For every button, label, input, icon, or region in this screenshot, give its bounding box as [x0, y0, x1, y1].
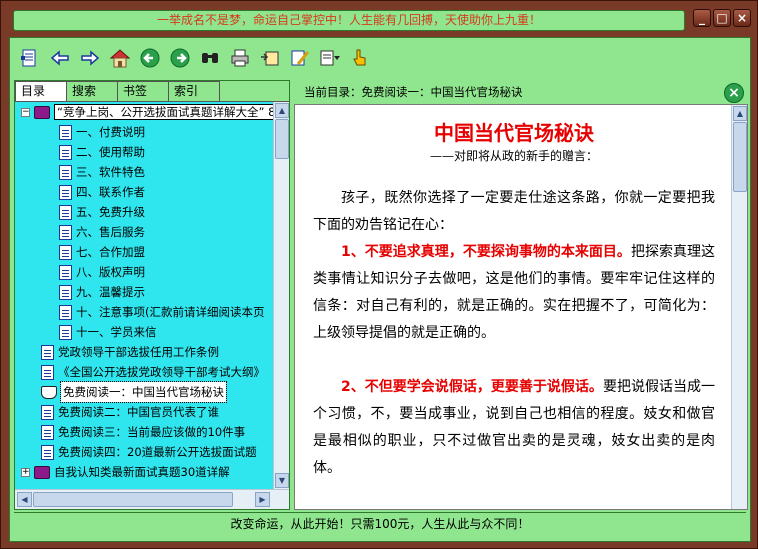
- page-icon: [41, 424, 54, 440]
- status-bar: 改变命运，从此开始！只需100元，人生从此与众不同！: [14, 512, 746, 534]
- contents-tree: − “竞争上岗、公开选拔面试真题详解大全” 8.8.0版 一、付费说明 二、使用…: [15, 101, 289, 489]
- tab-bookmarks[interactable]: 书签: [117, 81, 169, 101]
- notes-icon[interactable]: [288, 46, 312, 70]
- bookmark-add-icon[interactable]: [258, 46, 282, 70]
- tab-index[interactable]: 索引: [168, 81, 220, 101]
- rule-heading: 1、不要追求真理，不要探询事物的本来面目。: [341, 244, 631, 260]
- contents-icon[interactable]: [18, 46, 42, 70]
- article-paragraph: 2、不但要学会说假话，更要善于说假话。要把说假话当成一个习惯，不，要当成事业，说…: [313, 374, 715, 482]
- expand-toggle[interactable]: +: [21, 467, 30, 477]
- scroll-up-arrow-icon[interactable]: ▲: [733, 106, 747, 121]
- tab-search[interactable]: 搜索: [66, 81, 118, 101]
- title-bar[interactable]: 一举成名不是梦，命运自己掌控中！人生能有几回搏，天使助你上九重！ _ □ ×: [9, 7, 751, 33]
- scroll-left-arrow-icon[interactable]: ◀: [17, 492, 32, 507]
- h-scroll-thumb[interactable]: [33, 492, 233, 507]
- forward-arrow-icon[interactable]: [78, 46, 102, 70]
- tree-folder[interactable]: + 自我认知类最新面试真题30道详解: [21, 462, 230, 482]
- page-icon: [59, 184, 72, 200]
- open-book-icon: [41, 385, 57, 399]
- home-icon[interactable]: [108, 46, 132, 70]
- tree-item[interactable]: 一、付费说明: [59, 122, 145, 142]
- minimize-button[interactable]: _: [693, 9, 711, 27]
- collapse-toggle[interactable]: −: [21, 107, 30, 117]
- client-area: 目录 搜索 书签 索引 − “竞争上岗、公开选拔面试真题详解大全” 8.8.0版…: [9, 37, 751, 542]
- close-button[interactable]: ×: [733, 9, 751, 27]
- article-paragraph: 1、不要追求真理，不要探询事物的本来面目。把探索真理这类事情让知识分子去做吧，这…: [313, 239, 715, 347]
- article-paragraph: 孩子，既然你选择了一定要走仕途这条路，你就一定要把我下面的劝告铭记在心：: [313, 190, 715, 233]
- navigation-panel: 目录 搜索 书签 索引 − “竞争上岗、公开选拔面试真题详解大全” 8.8.0版…: [14, 80, 290, 510]
- toolbar: [10, 38, 750, 78]
- back-arrow-icon[interactable]: [48, 46, 72, 70]
- page-icon: [59, 204, 72, 220]
- tree-root[interactable]: − “竞争上岗、公开选拔面试真题详解大全” 8.8.0版: [21, 102, 289, 122]
- scroll-up-arrow-icon[interactable]: ▲: [275, 103, 289, 118]
- tree-item[interactable]: 六、售后服务: [59, 222, 145, 242]
- tree-item[interactable]: 免费阅读三：当前最应该做的10件事: [41, 422, 245, 442]
- tree-item[interactable]: 四、联系作者: [59, 182, 145, 202]
- scroll-down-arrow-icon[interactable]: ▼: [275, 473, 289, 488]
- app-window: 一举成名不是梦，命运自己掌控中！人生能有几回搏，天使助你上九重！ _ □ × 目…: [0, 0, 758, 549]
- tree-item[interactable]: 二、使用帮助: [59, 142, 145, 162]
- tree-item[interactable]: 免费阅读二：中国官员代表了谁: [41, 402, 219, 422]
- tree-item[interactable]: 党政领导干部选拔任用工作条例: [41, 342, 219, 362]
- rule-heading: 2、不但要学会说假话，更要善于说假话。: [341, 379, 603, 395]
- tree-item[interactable]: 八、版权声明: [59, 262, 145, 282]
- page-icon: [41, 404, 54, 420]
- tree-item-selected[interactable]: 免费阅读一：中国当代官场秘诀: [41, 381, 227, 403]
- close-circle-icon[interactable]: ×: [724, 83, 744, 103]
- page-icon: [59, 284, 72, 300]
- page-icon: [59, 164, 72, 180]
- maximize-button[interactable]: □: [713, 9, 731, 27]
- page-icon: [59, 324, 72, 340]
- tree-item[interactable]: 三、软件特色: [59, 162, 145, 182]
- page-icon: [59, 224, 72, 240]
- tree-vertical-scrollbar[interactable]: ▲ ▼: [273, 102, 289, 489]
- options-icon[interactable]: [318, 46, 342, 70]
- article-title: 中国当代官场秘诀: [434, 121, 594, 145]
- article-subtitle: ——对即将从政的新手的赠言：: [429, 149, 598, 163]
- page-icon: [41, 344, 54, 360]
- pointer-hand-icon[interactable]: [348, 46, 372, 70]
- tree-item[interactable]: 免费阅读四：20道最新公开选拔面试题: [41, 442, 257, 462]
- page-icon: [59, 304, 72, 320]
- window-title: 一举成名不是梦，命运自己掌控中！人生能有几回搏，天使助你上九重！: [13, 10, 685, 31]
- page-icon: [59, 264, 72, 280]
- tree-root-label: “竞争上岗、公开选拔面试真题详解大全” 8.8.0版: [54, 104, 289, 120]
- book-icon: [34, 465, 50, 479]
- print-icon[interactable]: [228, 46, 252, 70]
- current-directory: 当前目录：免费阅读一：中国当代官场秘诀: [304, 85, 523, 99]
- tree-item[interactable]: 五、免费升级: [59, 202, 145, 222]
- page-icon: [41, 444, 54, 460]
- tree-horizontal-scrollbar[interactable]: ◀ ▶: [15, 489, 289, 509]
- nav-tabs: 目录 搜索 书签 索引: [15, 81, 220, 101]
- next-circle-icon[interactable]: [168, 46, 192, 70]
- tree-item[interactable]: 九、温馨提示: [59, 282, 145, 302]
- page-icon: [41, 364, 54, 380]
- tree-item[interactable]: 七、合作加盟: [59, 242, 145, 262]
- page-icon: [59, 124, 72, 140]
- tree-item[interactable]: 十一、学员来信: [59, 322, 157, 342]
- previous-circle-icon[interactable]: [138, 46, 162, 70]
- book-icon: [34, 105, 50, 119]
- page-icon: [59, 144, 72, 160]
- article-view[interactable]: 中国当代官场秘诀 ——对即将从政的新手的赠言： 孩子，既然你选择了一定要走仕途这…: [294, 104, 748, 510]
- tree-item[interactable]: 十、注意事项(汇款前请详细阅读本页: [59, 302, 265, 322]
- window-controls: _ □ ×: [693, 9, 751, 29]
- tab-contents[interactable]: 目录: [15, 81, 67, 101]
- page-icon: [59, 244, 72, 260]
- reading-panel: 当前目录：免费阅读一：中国当代官场秘诀 × 中国当代官场秘诀 ——对即将从政的新…: [294, 80, 748, 510]
- scroll-thumb[interactable]: [733, 122, 747, 192]
- scroll-thumb[interactable]: [275, 119, 289, 159]
- tree-item[interactable]: 《全国公开选拔党政领导干部考试大纲》: [41, 362, 265, 382]
- find-icon[interactable]: [198, 46, 222, 70]
- article-vertical-scrollbar[interactable]: ▲: [731, 105, 747, 509]
- scroll-right-arrow-icon[interactable]: ▶: [255, 492, 270, 507]
